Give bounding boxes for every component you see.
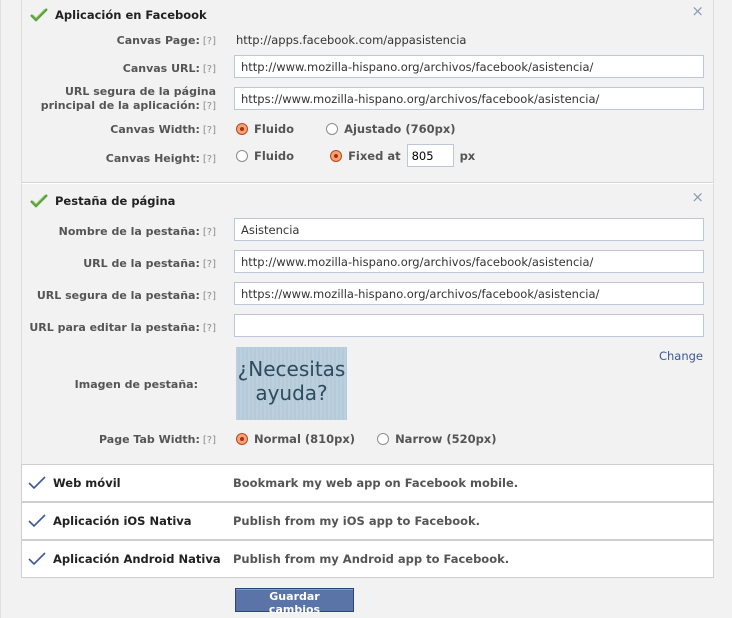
canvas-height-label: Canvas Height: [?]: [105, 152, 216, 165]
tab-width-normal-option[interactable]: Normal (810px): [236, 432, 355, 446]
tab-width-label: Page Tab Width: [?]: [99, 433, 216, 446]
check-outline-icon: [28, 476, 46, 490]
facebook-app-section: Aplicación en Facebook × Canvas Page: [?]…: [21, 0, 714, 183]
secure-url-input[interactable]: [234, 87, 704, 110]
app-settings-page: Aplicación en Facebook × Canvas Page: [?]…: [0, 0, 732, 618]
platform-desc: Bookmark my web app on Facebook mobile.: [233, 476, 519, 490]
help-link[interactable]: [?]: [203, 323, 216, 334]
platform-mobile-web[interactable]: Web móvil Bookmark my web app on Faceboo…: [21, 464, 714, 502]
platform-desc: Publish from my Android app to Facebook.: [233, 552, 510, 566]
check-icon: [30, 194, 48, 208]
canvas-width-label: Canvas Width: [?]: [110, 123, 216, 136]
secure-tab-url-input[interactable]: [234, 282, 704, 305]
check-outline-icon: [28, 552, 46, 566]
help-link[interactable]: [?]: [203, 125, 216, 136]
radio-selected[interactable]: [236, 123, 248, 135]
tab-url-label: URL de la pestaña: [?]: [83, 257, 216, 270]
radio-unselected[interactable]: [326, 123, 339, 135]
tab-name-label: Nombre de la pestaña: [?]: [58, 225, 216, 238]
edit-tab-url-label: URL para editar la pestaña: [?]: [29, 321, 216, 334]
edit-tab-url-input[interactable]: [234, 314, 704, 337]
page-tab-title: Pestaña de página: [30, 194, 175, 208]
help-link[interactable]: [?]: [203, 64, 216, 75]
facebook-app-title: Aplicación en Facebook: [30, 8, 207, 22]
help-link[interactable]: [?]: [203, 291, 216, 302]
canvas-height-options: Fluido Fixed at px: [236, 144, 475, 167]
close-icon[interactable]: ×: [691, 190, 704, 205]
canvas-width-fluid-option[interactable]: Fluido: [236, 122, 294, 136]
canvas-url-label: Canvas URL: [?]: [122, 62, 216, 75]
platform-android[interactable]: Aplicación Android Nativa Publish from m…: [21, 540, 714, 578]
help-link[interactable]: [?]: [203, 36, 216, 47]
canvas-height-fluid-option[interactable]: Fluido: [236, 149, 294, 163]
check-icon: [30, 8, 48, 22]
help-link[interactable]: [?]: [203, 101, 216, 112]
secure-url-label: URL segura de la página principal de la …: [40, 85, 216, 112]
radio-unselected[interactable]: [377, 433, 390, 445]
tab-image-label: Imagen de pestaña:: [74, 378, 198, 391]
save-changes-button[interactable]: Guardar cambios: [235, 588, 354, 616]
tab-image: ¿Necesitas ayuda?: [236, 347, 347, 420]
canvas-width-fixed-option[interactable]: Ajustado (760px): [326, 122, 456, 136]
radio-unselected[interactable]: [236, 149, 248, 162]
platform-name: Aplicación iOS Nativa: [53, 514, 192, 528]
tab-width-options: Normal (810px) Narrow (520px): [236, 432, 497, 446]
platform-name: Web móvil: [53, 476, 121, 490]
help-link[interactable]: [?]: [203, 154, 216, 165]
platform-desc: Publish from my iOS app to Facebook.: [233, 514, 481, 528]
canvas-height-fixed-option[interactable]: Fixed at: [330, 149, 401, 163]
canvas-width-options: Fluido Ajustado (760px): [236, 122, 456, 136]
change-image-link[interactable]: Change: [659, 349, 703, 363]
help-link[interactable]: [?]: [203, 227, 216, 238]
close-icon[interactable]: ×: [691, 4, 704, 19]
canvas-page-label: Canvas Page: [?]: [116, 34, 216, 47]
radio-selected[interactable]: [330, 149, 343, 162]
secure-tab-url-label: URL segura de la pestaña: [?]: [36, 289, 216, 302]
tab-name-input[interactable]: [234, 218, 704, 241]
check-outline-icon: [28, 514, 46, 528]
platform-ios[interactable]: Aplicación iOS Nativa Publish from my iO…: [21, 502, 714, 540]
canvas-url-input[interactable]: [234, 55, 704, 78]
canvas-page-value: http://apps.facebook.com/appasistencia: [236, 33, 467, 47]
tab-width-narrow-option[interactable]: Narrow (520px): [377, 432, 497, 446]
platform-name: Aplicación Android Nativa: [53, 552, 221, 566]
tab-url-input[interactable]: [234, 250, 704, 273]
radio-selected[interactable]: [236, 433, 248, 445]
canvas-height-unit: px: [459, 148, 476, 163]
help-link[interactable]: [?]: [203, 435, 216, 446]
page-tab-section: Pestaña de página × Nombre de la pestaña…: [21, 183, 714, 464]
help-link[interactable]: [?]: [203, 259, 216, 270]
canvas-height-input[interactable]: [406, 144, 454, 167]
